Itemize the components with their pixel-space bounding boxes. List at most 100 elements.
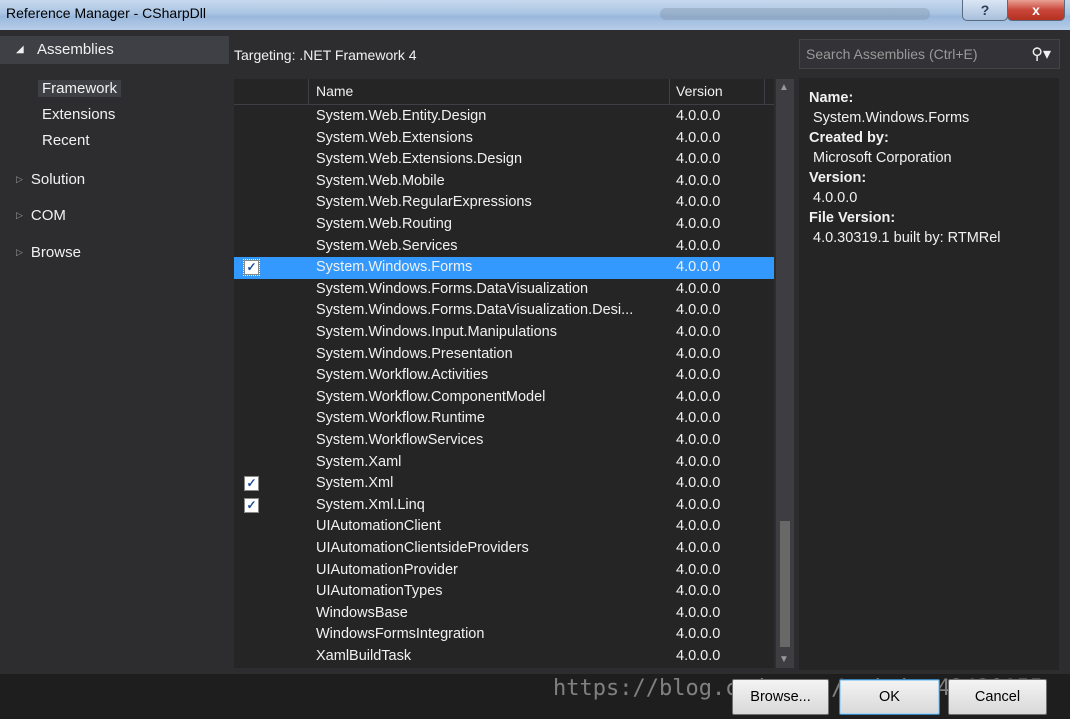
- blurred-region: [660, 8, 930, 20]
- help-button[interactable]: ?: [962, 0, 1008, 21]
- table-row[interactable]: System.Web.Entity.Design 4.0.0.0: [234, 106, 774, 128]
- sidebar-item-solution[interactable]: ▷ Solution: [16, 171, 85, 188]
- targeting-bar: Targeting: .NET Framework 4: [229, 30, 794, 78]
- assembly-name: System.Web.RegularExpressions: [316, 194, 532, 211]
- sidebar-item-extensions[interactable]: Extensions: [42, 106, 115, 123]
- table-row[interactable]: WindowsFormsIntegration 4.0.0.0: [234, 624, 774, 646]
- table-row[interactable]: System.Web.RegularExpressions 4.0.0.0: [234, 192, 774, 214]
- table-row[interactable]: System.Web.Services 4.0.0.0: [234, 236, 774, 258]
- column-divider[interactable]: [764, 79, 765, 104]
- browse-button[interactable]: Browse...: [732, 679, 829, 715]
- table-row[interactable]: System.Web.Routing 4.0.0.0: [234, 214, 774, 236]
- column-header-version[interactable]: Version: [676, 83, 723, 99]
- assembly-version: 4.0.0.0: [676, 475, 721, 492]
- cancel-button[interactable]: Cancel: [948, 679, 1047, 715]
- detail-file-version-value: 4.0.30319.1 built by: RTMRel: [813, 230, 1001, 246]
- table-row[interactable]: System.Xaml 4.0.0.0: [234, 452, 774, 474]
- sidebar-item-com[interactable]: ▷ COM: [16, 207, 66, 224]
- assembly-version: 4.0.0.0: [676, 151, 721, 168]
- detail-file-version-label: File Version:: [809, 210, 896, 226]
- assembly-name: System.Web.Entity.Design: [316, 108, 487, 124]
- table-row[interactable]: WindowsBase 4.0.0.0: [234, 603, 774, 625]
- sidebar-item-assemblies[interactable]: ◢ Assemblies: [0, 36, 229, 64]
- assembly-version: 4.0.0.0: [676, 648, 721, 664]
- search-placeholder: Search Assemblies (Ctrl+E): [806, 46, 978, 62]
- scroll-up-icon[interactable]: ▲: [779, 82, 789, 93]
- row-checkbox[interactable]: ✓: [244, 476, 259, 492]
- sidebar-item-recent[interactable]: Recent: [42, 132, 90, 149]
- assembly-name: UIAutomationTypes: [316, 583, 443, 600]
- table-row[interactable]: System.Web.Extensions.Design 4.0.0.0: [234, 149, 774, 171]
- table-row[interactable]: System.Windows.Forms.DataVisualization.D…: [234, 300, 774, 322]
- table-row[interactable]: System.Windows.Forms.DataVisualization 4.…: [234, 279, 774, 301]
- column-divider[interactable]: [669, 79, 670, 104]
- table-row[interactable]: System.Web.Mobile 4.0.0.0: [234, 171, 774, 193]
- assembly-version: 4.0.0.0: [676, 345, 721, 362]
- column-divider[interactable]: [308, 79, 309, 104]
- row-checkbox[interactable]: ✓: [244, 497, 259, 513]
- search-input[interactable]: Search Assemblies (Ctrl+E) ⚲▾: [799, 39, 1060, 69]
- table-row[interactable]: System.WorkflowServices 4.0.0.0: [234, 430, 774, 452]
- assembly-name: System.Workflow.Runtime: [316, 410, 485, 427]
- sidebar-item-framework[interactable]: Framework: [38, 80, 122, 97]
- assembly-list: Name Version System.Web.Entity.Design 4.0…: [234, 79, 774, 668]
- table-row[interactable]: ✓ System.Xml.Linq 4.0.0.0: [234, 495, 774, 517]
- assembly-name: UIAutomationClientsideProviders: [316, 540, 529, 556]
- sidebar-item-label: Assemblies: [37, 41, 114, 58]
- row-checkbox[interactable]: ✓: [243, 259, 260, 277]
- table-row[interactable]: System.Workflow.Activities 4.0.0.0: [234, 365, 774, 387]
- list-scrollbar[interactable]: ▲ ▼: [776, 79, 794, 668]
- detail-version-value: 4.0.0.0: [813, 190, 858, 206]
- assembly-version: 4.0.0.0: [676, 367, 721, 384]
- collapsed-arrow-icon: ▷: [16, 247, 23, 257]
- assembly-name: System.WorkflowServices: [316, 432, 484, 448]
- table-row[interactable]: UIAutomationProvider 4.0.0.0: [234, 560, 774, 582]
- assembly-version: 4.0.0.0: [676, 561, 721, 578]
- search-icon[interactable]: ⚲▾: [1031, 44, 1051, 64]
- table-row[interactable]: ✓ System.Windows.Forms 4.0.0.0: [234, 257, 774, 279]
- targeting-label: Targeting: .NET Framework 4: [234, 47, 417, 63]
- assembly-name: XamlBuildTask: [316, 648, 412, 664]
- sidebar-item-browse[interactable]: ▷ Browse: [16, 244, 81, 261]
- sidebar-item-label: Solution: [30, 171, 86, 188]
- assembly-name: System.Workflow.ComponentModel: [316, 388, 546, 405]
- ok-button[interactable]: OK: [839, 679, 940, 715]
- column-header-name[interactable]: Name: [316, 83, 353, 99]
- assembly-version: 4.0.0.0: [676, 280, 721, 297]
- table-row[interactable]: ✓ System.Xml 4.0.0.0: [234, 473, 774, 495]
- assembly-name: WindowsBase: [316, 604, 408, 621]
- table-row[interactable]: System.Workflow.Runtime 4.0.0.0: [234, 408, 774, 430]
- sidebar-item-label: COM: [30, 207, 66, 224]
- assembly-version: 4.0.0.0: [676, 583, 721, 600]
- assembly-name: System.Windows.Forms.DataVisualization: [316, 280, 589, 297]
- list-header: Name Version: [234, 79, 774, 105]
- assembly-version: 4.0.0.0: [676, 388, 721, 405]
- category-sidebar: ◢ Assemblies Framework Extensions Recent…: [0, 30, 229, 674]
- assembly-name: WindowsFormsIntegration: [316, 626, 485, 643]
- table-row[interactable]: System.Web.Extensions 4.0.0.0: [234, 128, 774, 150]
- table-row[interactable]: UIAutomationClient 4.0.0.0: [234, 516, 774, 538]
- assembly-version: 4.0.0.0: [676, 172, 721, 189]
- table-row[interactable]: System.Workflow.ComponentModel 4.0.0.0: [234, 387, 774, 409]
- sidebar-item-label: Browse: [30, 244, 81, 261]
- table-row[interactable]: System.Windows.Presentation 4.0.0.0: [234, 344, 774, 366]
- table-row[interactable]: UIAutomationTypes 4.0.0.0: [234, 581, 774, 603]
- assembly-name: System.Windows.Presentation: [316, 345, 513, 362]
- assembly-version: 4.0.0.0: [676, 410, 721, 427]
- table-row[interactable]: XamlBuildTask 4.0.0.0: [234, 646, 774, 668]
- details-pane: Name: System.Windows.Forms Created by: M…: [799, 78, 1059, 670]
- detail-version-label: Version:: [809, 170, 867, 186]
- detail-name-label: Name:: [809, 90, 854, 106]
- title-bar: Reference Manager - CSharpDll ? x: [0, 0, 1070, 30]
- window-title: Reference Manager - CSharpDll: [6, 5, 206, 21]
- assembly-name: System.Windows.Input.Manipulations: [316, 324, 557, 340]
- assembly-name: System.Workflow.Activities: [316, 367, 489, 384]
- table-row[interactable]: UIAutomationClientsideProviders 4.0.0.0: [234, 538, 774, 560]
- assembly-version: 4.0.0.0: [676, 108, 721, 124]
- table-row[interactable]: System.Windows.Input.Manipulations 4.0.0.…: [234, 322, 774, 344]
- close-button[interactable]: x: [1007, 0, 1065, 21]
- scroll-thumb[interactable]: [780, 521, 790, 647]
- assembly-name: System.Xml.Linq: [316, 496, 425, 513]
- scroll-down-icon[interactable]: ▼: [779, 654, 789, 665]
- assembly-name: UIAutomationClient: [316, 518, 441, 535]
